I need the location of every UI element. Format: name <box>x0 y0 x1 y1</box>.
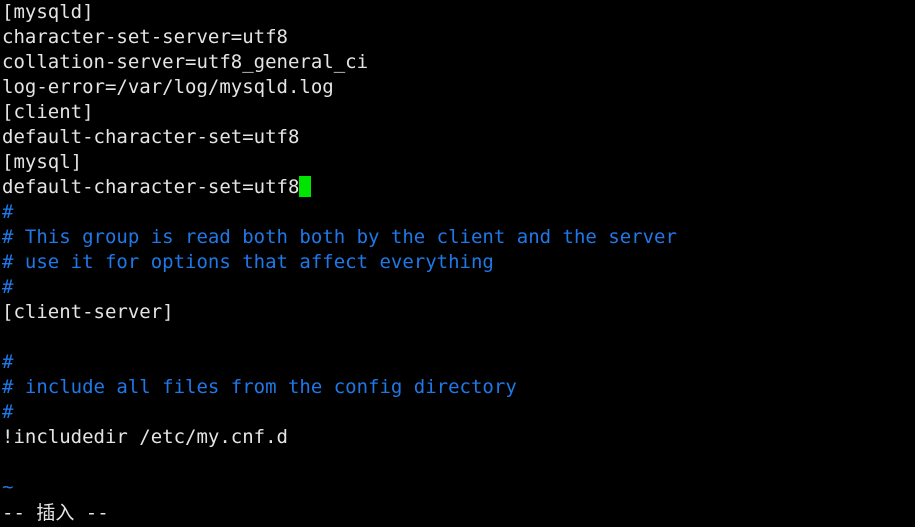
editor-line-text: collation-server=utf8_general_ci <box>2 51 369 73</box>
editor-line[interactable]: # <box>0 350 915 375</box>
editor-line-text: [mysqld] <box>2 1 94 23</box>
text-cursor <box>299 176 312 197</box>
editor-line[interactable]: default-character-set=utf8 <box>0 125 915 150</box>
editor-line-text: [mysql] <box>2 151 83 173</box>
editor-line[interactable]: !includedir /etc/my.cnf.d <box>0 425 915 450</box>
editor-line[interactable]: [client-server] <box>0 300 915 325</box>
editor-line[interactable]: # This group is read both both by the cl… <box>0 225 915 250</box>
editor-line-text: character-set-server=utf8 <box>2 26 288 48</box>
editor-line[interactable]: # <box>0 200 915 225</box>
editor-line-text: default-character-set=utf8 <box>2 176 300 198</box>
editor-line-text: ~ <box>2 476 14 498</box>
editor-line[interactable]: log-error=/var/log/mysqld.log <box>0 75 915 100</box>
editor-line-text: [client-server] <box>2 301 174 323</box>
editor-line[interactable]: character-set-server=utf8 <box>0 25 915 50</box>
editor-line[interactable]: [mysql] <box>0 150 915 175</box>
editor-line[interactable]: [mysqld] <box>0 0 915 25</box>
editor-line[interactable]: # <box>0 275 915 300</box>
editor-line-text: # use it for options that affect everyth… <box>2 251 494 273</box>
editor-line-text: !includedir /etc/my.cnf.d <box>2 426 288 448</box>
editor-line[interactable]: # include all files from the config dire… <box>0 375 915 400</box>
editor-line-text: # <box>2 201 14 223</box>
editor-line-text: # <box>2 401 14 423</box>
editor-line[interactable]: # use it for options that affect everyth… <box>0 250 915 275</box>
editor-line-text: [client] <box>2 101 94 123</box>
editor-line[interactable] <box>0 450 915 475</box>
editor-line-text: # <box>2 351 14 373</box>
editor-line-text: default-character-set=utf8 <box>2 126 300 148</box>
editor-line[interactable]: collation-server=utf8_general_ci <box>0 50 915 75</box>
terminal-window[interactable]: [mysqld] character-set-server=utf8 collati… <box>0 0 915 527</box>
editor-line[interactable]: default-character-set=utf8 <box>0 175 915 200</box>
editor-line-text: log-error=/var/log/mysqld.log <box>2 76 334 98</box>
editor-line-text: # include all files from the config dire… <box>2 376 517 398</box>
editor-line[interactable] <box>0 325 915 350</box>
editor-line[interactable]: [client] <box>0 100 915 125</box>
editor-line-text: # This group is read both both by the cl… <box>2 226 677 248</box>
vim-status-line: -- 插入 -- <box>0 500 915 527</box>
editor-line[interactable]: # <box>0 400 915 425</box>
editor-line[interactable]: ~ <box>0 475 915 500</box>
editor-line-text: # <box>2 276 14 298</box>
vim-text-buffer[interactable]: [mysqld] character-set-server=utf8 collati… <box>0 0 915 500</box>
